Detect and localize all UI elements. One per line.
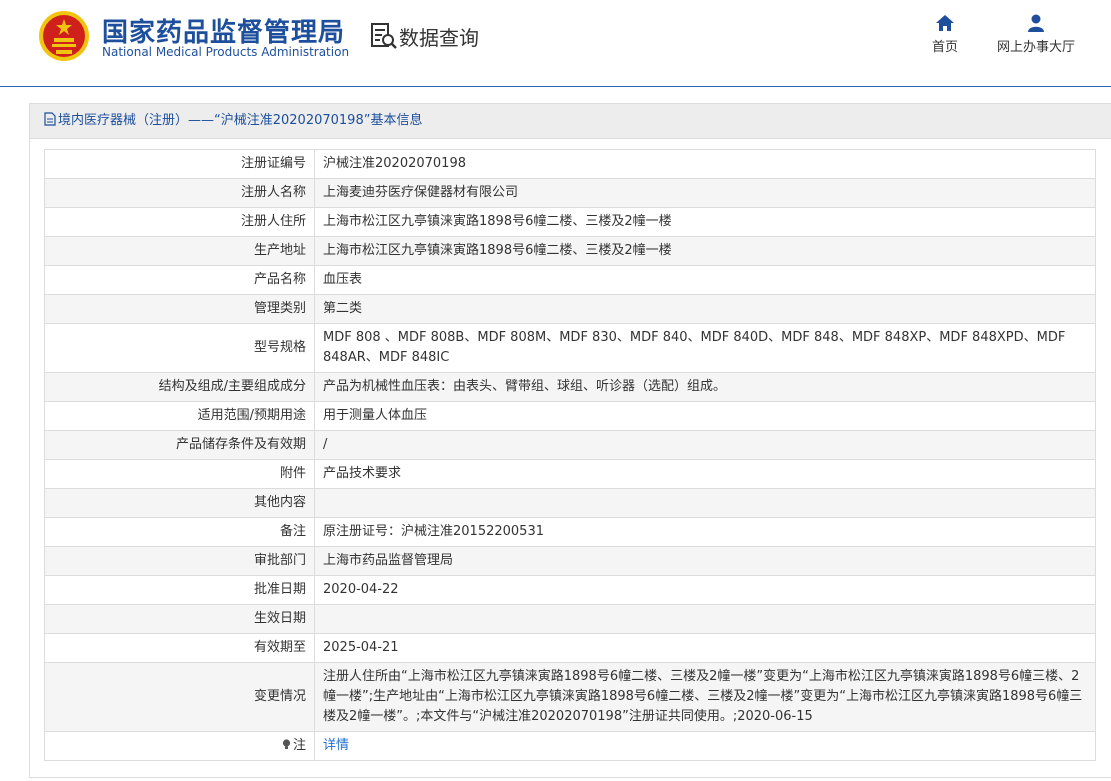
field-label: 有效期至 (44, 633, 315, 663)
table-row: 管理类别 第二类 (44, 294, 1096, 324)
search-document-icon (371, 23, 397, 49)
site-name-en: National Medical Products Administration (102, 45, 350, 59)
field-value (314, 604, 1096, 634)
table-row: 生效日期 (44, 604, 1096, 634)
field-value: 上海市药品监督管理局 (314, 546, 1096, 576)
note-label: 注 (292, 738, 306, 753)
info-table: 注册证编号 沪械注准20202070198 注册人名称 上海麦迪芬医疗保健器材有限公司… (44, 149, 1096, 761)
table-row: 产品名称 血压表 (44, 265, 1096, 295)
note-value-cell: 详情 (314, 731, 1096, 761)
user-icon (1028, 14, 1044, 32)
table-row: 生产地址 上海市松江区九亭镇涞寅路1898号6幢二楼、三楼及2幢一楼 (44, 236, 1096, 266)
field-label: 注册人住所 (44, 207, 315, 237)
table-row: 附件 产品技术要求 (44, 459, 1096, 489)
field-label: 其他内容 (44, 488, 315, 518)
table-row: 型号规格 MDF 808 、MDF 808B、MDF 808M、MDF 830、M… (44, 323, 1096, 373)
table-row: 批准日期 2020-04-22 (44, 575, 1096, 605)
field-label: 管理类别 (44, 294, 315, 324)
section-title: 数据查询 (399, 26, 479, 50)
nav-home[interactable]: 首页 (926, 14, 964, 55)
field-label: 型号规格 (44, 323, 315, 373)
field-label: 注册人名称 (44, 178, 315, 208)
field-value: MDF 808 、MDF 808B、MDF 808M、MDF 830、MDF 8… (314, 323, 1096, 373)
field-value: 注册人住所由“上海市松江区九亭镇涞寅路1898号6幢二楼、三楼及2幢一楼”变更为… (314, 662, 1096, 732)
field-label: 产品储存条件及有效期 (44, 430, 315, 460)
field-value: 产品技术要求 (314, 459, 1096, 489)
table-row: 有效期至 2025-04-21 (44, 633, 1096, 663)
national-emblem-icon (39, 11, 89, 61)
field-label: 审批部门 (44, 546, 315, 576)
field-value (314, 488, 1096, 518)
home-icon (936, 15, 954, 31)
field-value: 第二类 (314, 294, 1096, 324)
field-label: 附件 (44, 459, 315, 489)
field-value: 上海市松江区九亭镇涞寅路1898号6幢二楼、三楼及2幢一楼 (314, 207, 1096, 237)
field-value: 上海市松江区九亭镇涞寅路1898号6幢二楼、三楼及2幢一楼 (314, 236, 1096, 266)
field-label: 生产地址 (44, 236, 315, 266)
field-label: 注册证编号 (44, 149, 315, 179)
field-value: 2020-04-22 (314, 575, 1096, 605)
nav-online-service-hall[interactable]: 网上办事大厅 (994, 14, 1078, 55)
field-value: 上海麦迪芬医疗保健器材有限公司 (314, 178, 1096, 208)
field-label: 变更情况 (44, 662, 315, 732)
field-value: 沪械注准20202070198 (314, 149, 1096, 179)
field-label: 产品名称 (44, 265, 315, 295)
field-label: 生效日期 (44, 604, 315, 634)
table-row: 其他内容 (44, 488, 1096, 518)
site-header: 国家药品监督管理局 National Medical Products Admi… (0, 0, 1111, 87)
field-label: 结构及组成/主要组成成分 (44, 372, 315, 402)
field-label: 批准日期 (44, 575, 315, 605)
field-label: 适用范围/预期用途 (44, 401, 315, 431)
field-value: 产品为机械性血压表：由表头、臂带组、球组、听诊器（选配）组成。 (314, 372, 1096, 402)
table-row: 适用范围/预期用途 用于测量人体血压 (44, 401, 1096, 431)
table-row: 结构及组成/主要组成成分 产品为机械性血压表：由表头、臂带组、球组、听诊器（选配）… (44, 372, 1096, 402)
site-name-cn: 国家药品监督管理局 (102, 18, 346, 48)
lightbulb-icon (282, 739, 291, 749)
table-row: 备注 原注册证号：沪械注准20152200531 (44, 517, 1096, 547)
field-value: / (314, 430, 1096, 460)
field-value: 2025-04-21 (314, 633, 1096, 663)
nav-home-label: 首页 (931, 40, 958, 55)
field-value: 血压表 (314, 265, 1096, 295)
panel-title-text: 境内医疗器械（注册）——“沪械注准20202070198”基本信息 (58, 113, 423, 128)
table-row: 注册人住所 上海市松江区九亭镇涞寅路1898号6幢二楼、三楼及2幢一楼 (44, 207, 1096, 237)
field-value: 用于测量人体血压 (314, 401, 1096, 431)
detail-panel: 境内医疗器械（注册）——“沪械注准20202070198”基本信息 注册证编号沪… (29, 103, 1111, 778)
document-icon (44, 112, 56, 126)
note-row: 注 详情 (44, 731, 1096, 761)
table-row: 审批部门 上海市药品监督管理局 (44, 546, 1096, 576)
field-label: 备注 (44, 517, 315, 547)
detail-link[interactable]: 详情 (323, 738, 349, 753)
table-row: 产品储存条件及有效期 / (44, 430, 1096, 460)
table-row: 注册人名称 上海麦迪芬医疗保健器材有限公司 (44, 178, 1096, 208)
field-value: 原注册证号：沪械注准20152200531 (314, 517, 1096, 547)
note-label-cell: 注 (44, 731, 315, 761)
panel-title: 境内医疗器械（注册）——“沪械注准20202070198”基本信息 (30, 104, 1111, 139)
nav-hall-label: 网上办事大厅 (996, 40, 1075, 55)
table-row: 变更情况 注册人住所由“上海市松江区九亭镇涞寅路1898号6幢二楼、三楼及2幢一楼… (44, 662, 1096, 732)
table-row: 注册证编号 沪械注准20202070198 (44, 149, 1096, 179)
